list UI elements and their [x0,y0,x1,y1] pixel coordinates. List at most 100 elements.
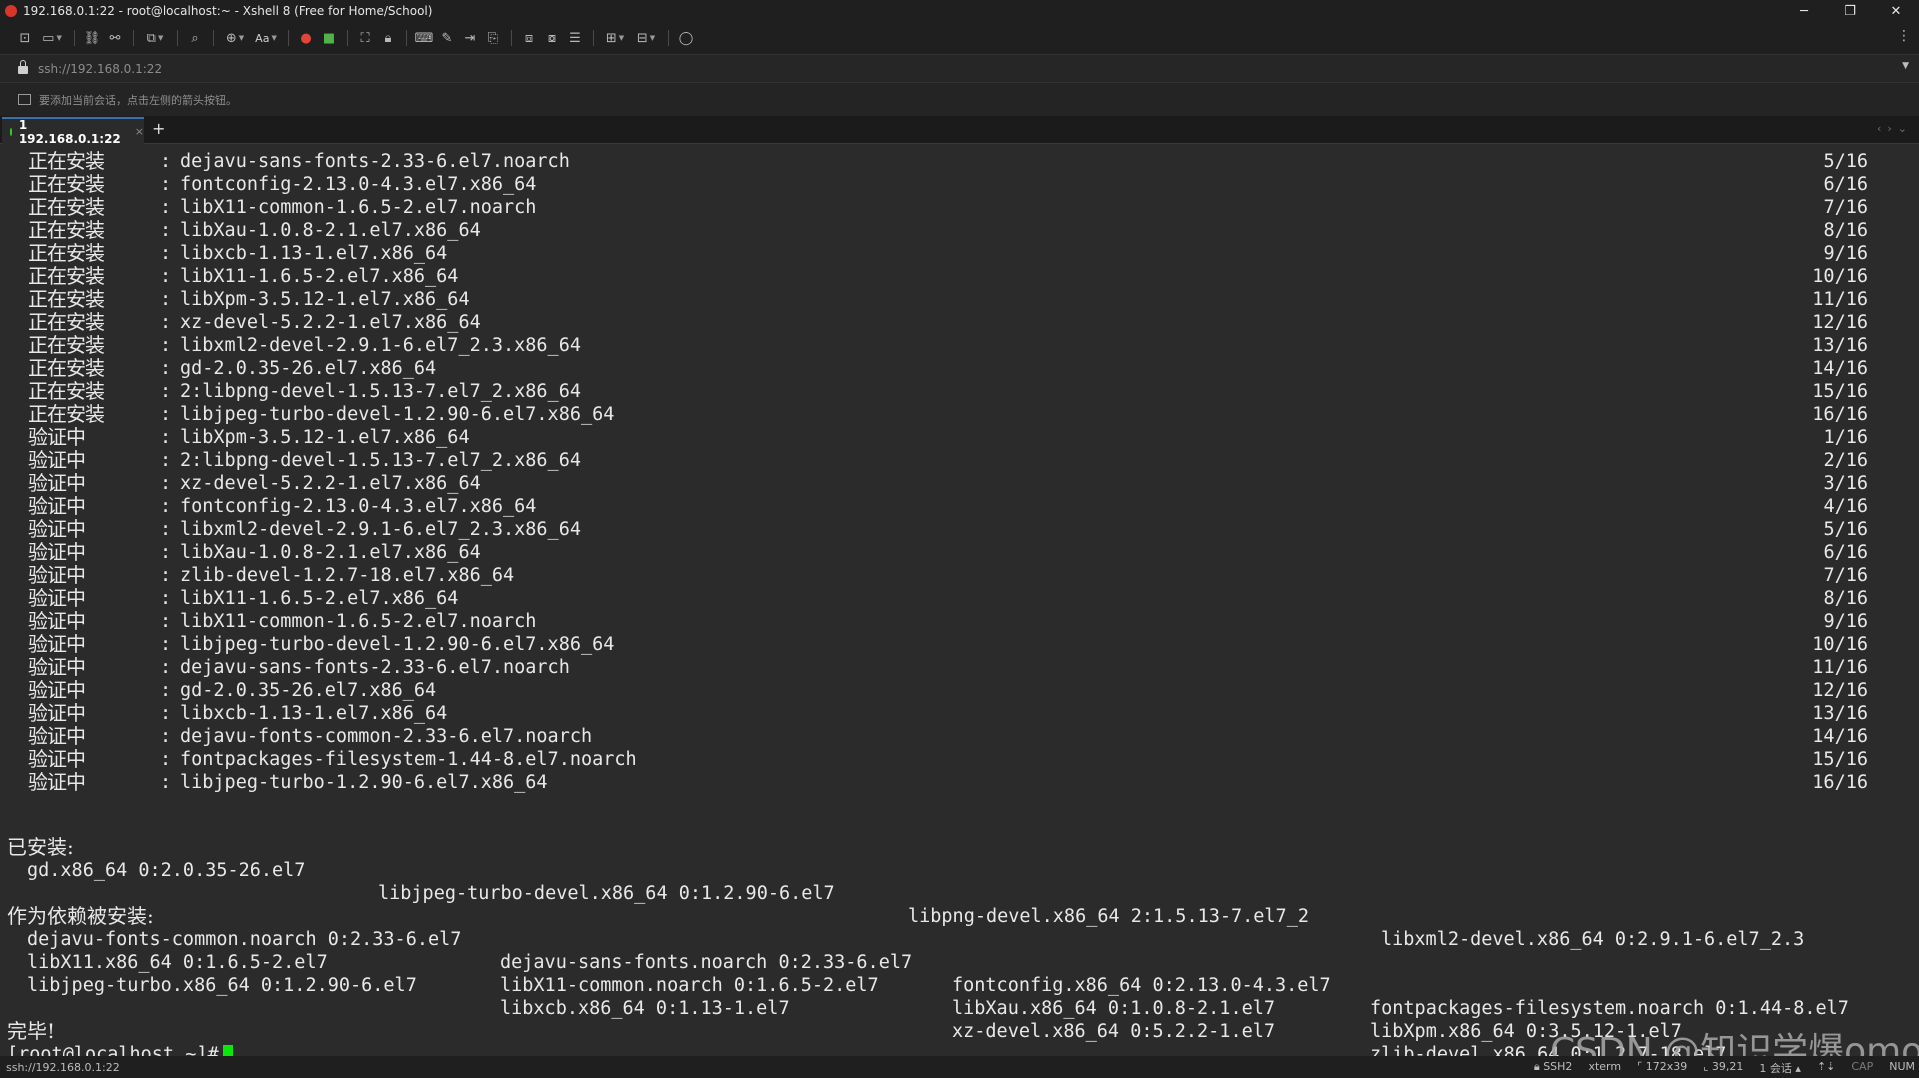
log-package-name: libX11-common-1.6.5-2.el7.noarch [180,611,537,632]
log-status-label: 正在安装 [28,379,105,403]
terminal-scrollbar[interactable] [1913,146,1919,1056]
tunnel-icon[interactable]: ⊞ ▼ [600,27,630,49]
new-tab-icon[interactable]: ⧉ ▼ [140,27,170,49]
status-protocol: 🔒︎ SSH2 [1533,1060,1573,1073]
add-session-icon[interactable] [18,94,31,105]
log-line: 正在安装: libX11-1.6.5-2.el7.x86_64 10/16 [0,265,1900,288]
close-window-button[interactable]: ✕ [1873,0,1919,22]
xshell-logo-icon[interactable] [5,5,17,17]
lock-icon[interactable]: 🔒︎ [377,27,399,49]
log-separator: : [160,151,172,172]
log-icon[interactable]: ☰ [564,27,586,49]
add-tab-button[interactable]: + [152,119,165,138]
transfer-out-icon[interactable]: ⧇ [541,27,563,49]
log-package-name: fontconfig-2.13.0-4.3.el7.x86_64 [180,174,537,195]
dependency-package: libjpeg-turbo.x86_64 0:1.2.90-6.el7 [27,975,417,996]
send-icon[interactable]: ⇥ [459,27,481,49]
log-line: 验证中: libjpeg-turbo-devel-1.2.90-6.el7.x86… [0,633,1900,656]
log-separator: : [160,381,172,402]
tab-session-1[interactable]: 1 192.168.0.1:22 × [2,117,144,146]
log-separator: : [160,772,172,793]
log-status-label: 验证中 [28,701,86,725]
log-package-name: libXau-1.0.8-2.1.el7.x86_64 [180,220,481,241]
log-line: 正在安装: libjpeg-turbo-devel-1.2.90-6.el7.x8… [0,403,1900,426]
status-terminal-type: xterm [1588,1060,1622,1073]
log-progress-count: 14/16 [1812,358,1868,379]
tab-navigation-icon[interactable]: ‹›⌄ [1877,122,1913,135]
layout-icon[interactable]: ⊟ ▼ [631,27,661,49]
log-line: 验证中: zlib-devel-1.2.7-18.el7.x86_64 7/16 [0,564,1900,587]
log-progress-count: 1/16 [1823,427,1868,448]
toolbar-divider [177,30,178,46]
upload-download-icon: ⇡⇣ [1816,1060,1836,1073]
log-separator: : [160,588,172,609]
open-session-icon[interactable]: ▭ ▼ [37,27,67,49]
log-package-name: dejavu-sans-fonts-2.33-6.el7.noarch [180,151,570,172]
new-session-icon[interactable]: ⊡ [14,27,36,49]
log-status-label: 验证中 [28,425,86,449]
status-indicators: 🔒︎ SSH2 xterm ⌜ 172x39 ⌞ 39,21 1 会话 ▴ ⇡⇣… [1534,1060,1915,1076]
toolbar-divider [406,30,407,46]
lock-icon [18,60,28,74]
disconnect-icon[interactable]: ⚯ [104,27,126,49]
log-progress-count: 9/16 [1823,243,1868,264]
more-menu-icon[interactable]: ⋮ [1897,28,1911,44]
fullscreen-icon[interactable]: ⛶ [354,27,376,49]
log-separator: : [160,749,172,770]
log-line: 验证中: libXpm-3.5.12-1.el7.x86_64 1/16 [0,426,1900,449]
status-terminal-size: ⌜ 172x39 [1637,1060,1688,1073]
font-button[interactable]: Aa ▼ [251,27,281,49]
log-package-name: fontpackages-filesystem-1.44-8.el7.noarc… [180,749,637,770]
log-status-label: 验证中 [28,494,86,518]
log-line: 验证中: libXau-1.0.8-2.1.el7.x86_64 6/16 [0,541,1900,564]
log-separator: : [160,404,172,425]
log-separator: : [160,174,172,195]
status-sessions[interactable]: 1 会话 ▴ [1759,1060,1801,1076]
log-package-name: libjpeg-turbo-1.2.90-6.el7.x86_64 [180,772,548,793]
log-progress-count: 16/16 [1812,772,1868,793]
file-transfer-icon[interactable]: ■ [318,27,340,49]
log-progress-count: 16/16 [1812,404,1868,425]
deps-row: libjpeg-turbo.x86_64 0:1.2.90-6.el7 libx… [0,951,1900,1056]
log-status-label: 正在安装 [28,333,105,357]
help-icon[interactable]: ◯ [675,27,697,49]
log-line: 正在安装:2:libpng-devel-1.5.13-7.el7_2.x86_6… [0,380,1900,403]
minimize-button[interactable]: ─ [1781,0,1827,22]
keyboard-icon[interactable]: ⌨ [413,27,435,49]
log-package-name: gd-2.0.35-26.el7.x86_64 [180,358,437,379]
log-line: 验证中: libxcb-1.13-1.el7.x86_64 13/16 [0,702,1900,725]
log-progress-count: 13/16 [1812,703,1868,724]
transfer-in-icon[interactable]: ⧈ [518,27,540,49]
xftp-icon[interactable]: ● [295,27,317,49]
log-status-label: 正在安装 [28,356,105,380]
log-progress-count: 8/16 [1823,588,1868,609]
log-package-name: libxcb-1.13-1.el7.x86_64 [180,703,448,724]
log-status-label: 验证中 [28,563,86,587]
log-line: 验证中: xz-devel-5.2.2-1.el7.x86_64 3/16 [0,472,1900,495]
log-status-label: 正在安装 [28,264,105,288]
log-package-name: xz-devel-5.2.2-1.el7.x86_64 [180,473,481,494]
status-bar: ssh://192.168.0.1:22 🔒︎ SSH2 xterm ⌜ 172… [0,1056,1919,1078]
log-separator: : [160,634,172,655]
log-package-name: xz-devel-5.2.2-1.el7.x86_64 [180,312,481,333]
restore-button[interactable]: ❐ [1827,0,1873,22]
tab-close-icon[interactable]: × [135,125,144,138]
log-status-label: 验证中 [28,586,86,610]
reconnect-icon[interactable]: ⛓ [81,27,103,49]
script-icon[interactable]: ⎘ [482,27,504,49]
dependency-package: fontconfig.x86_64 0:2.13.0-4.3.el7 [952,975,1331,996]
session-hint-bar: 要添加当前会话，点击左侧的箭头按钮。 [0,82,1919,116]
compose-icon[interactable]: ✎ [436,27,458,49]
log-status-label: 正在安装 [28,241,105,265]
status-cursor-text: 39,21 [1711,1060,1744,1073]
installed-package: gd.x86_64 0:2.0.35-26.el7 [27,860,306,881]
status-num-lock: NUM [1889,1060,1915,1073]
shell-prompt[interactable]: [root@localhost ~]# [7,1043,233,1056]
globe-icon[interactable]: ⊕ ▼ [220,27,250,49]
log-line: 正在安装: libxml2-devel-2.9.1-6.el7_2.3.x86_6… [0,334,1900,357]
terminal-output[interactable]: 正在安装: dejavu-sans-fonts-2.33-6.el7.noarch… [0,146,1919,1056]
find-icon[interactable]: ⌕ [184,27,206,49]
log-line: 验证中: fontconfig-2.13.0-4.3.el7.x86_64 4/16 [0,495,1900,518]
address-input[interactable]: ssh://192.168.0.1:22 [38,62,162,76]
address-dropdown-icon[interactable]: ▼ [1902,61,1909,71]
